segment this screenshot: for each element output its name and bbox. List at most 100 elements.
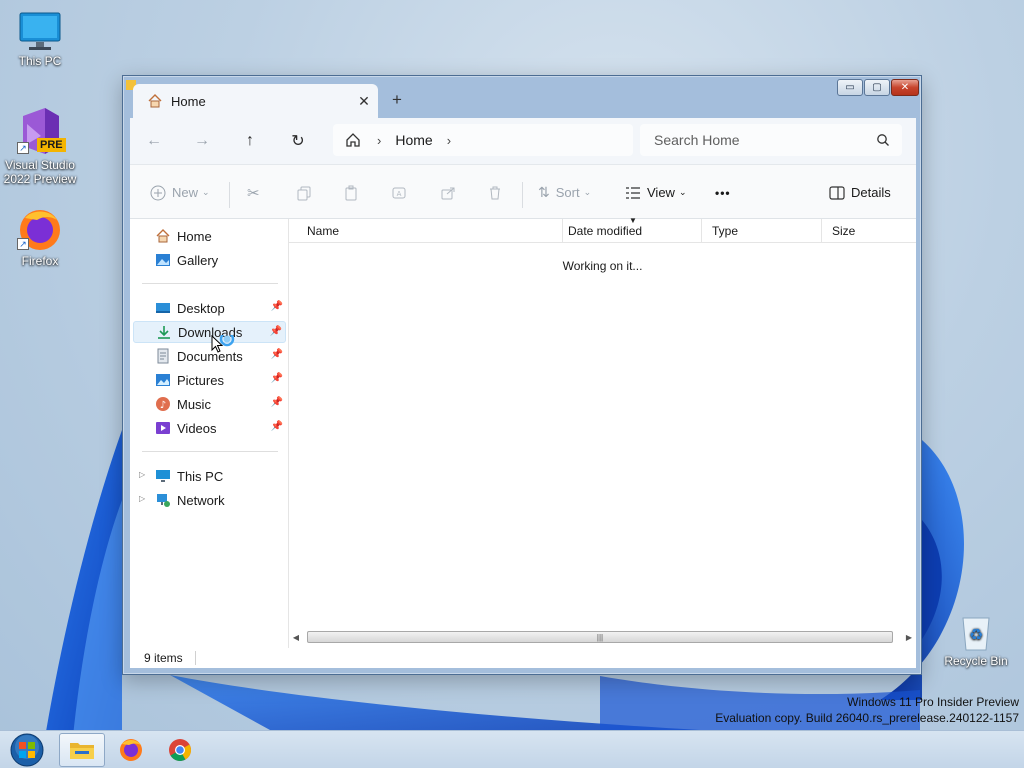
column-header-type[interactable]: Type: [702, 219, 822, 243]
search-input[interactable]: [654, 132, 876, 148]
view-button[interactable]: View ⌄: [625, 165, 687, 220]
downloads-icon: [156, 324, 172, 340]
shortcut-arrow-icon: ↗: [17, 238, 29, 250]
sidebar-item-network[interactable]: ▷ Network: [133, 489, 286, 511]
rename-icon: A: [392, 187, 406, 198]
taskbar-chrome[interactable]: [157, 733, 203, 767]
network-icon: [155, 492, 171, 508]
desktop-icon-this-pc[interactable]: This PC: [0, 12, 80, 68]
home-icon: [148, 94, 162, 108]
sidebar-item-home[interactable]: Home: [133, 225, 286, 247]
folder-icon: [70, 743, 94, 759]
status-bar: 9 items: [130, 648, 916, 668]
sidebar-item-this-pc[interactable]: ▷ This PC: [133, 465, 286, 487]
command-divider: [229, 182, 230, 208]
tab-home[interactable]: Home ✕: [133, 84, 378, 118]
taskbar-file-explorer[interactable]: [59, 733, 105, 767]
navigation-pane: Home Gallery Desktop 📌 Downloads 📌 Docum…: [130, 219, 289, 668]
windows-watermark: Windows 11 Pro Insider Preview Evaluatio…: [715, 695, 1019, 725]
grip-icon: |||: [596, 632, 604, 642]
chevron-down-icon: ⌄: [678, 187, 687, 197]
details-pane-button[interactable]: Details: [829, 165, 891, 220]
mouse-pointer-busy-icon: [211, 335, 235, 353]
status-divider: [194, 651, 196, 665]
sidebar-item-desktop[interactable]: Desktop 📌: [133, 297, 286, 319]
scrollbar-thumb[interactable]: |||: [307, 631, 893, 643]
expand-chevron-icon[interactable]: ▷: [139, 470, 145, 479]
sidebar-item-gallery[interactable]: Gallery: [133, 249, 286, 271]
pin-icon[interactable]: 📌: [271, 421, 283, 432]
sort-icon: ⇅: [538, 184, 550, 200]
documents-icon: [155, 348, 171, 364]
rename-button[interactable]: A: [391, 165, 407, 220]
taskbar: [0, 730, 1024, 768]
pin-icon[interactable]: 📌: [271, 349, 283, 360]
breadcrumb-home[interactable]: Home: [395, 132, 432, 148]
column-header-size[interactable]: Size: [822, 219, 916, 243]
desktop-icon-firefox[interactable]: ↗ Firefox: [0, 206, 80, 268]
taskbar-firefox[interactable]: [108, 733, 154, 767]
desktop-icon-visual-studio[interactable]: PRE ↗ Visual Studio 2022 Preview: [0, 106, 80, 186]
chrome-icon: [169, 739, 191, 761]
sidebar-divider: [142, 283, 278, 284]
chevron-down-icon: ⌄: [202, 187, 210, 197]
recycle-bin-icon: ♻: [962, 617, 990, 651]
file-list-pane: Name Date modified Type Size ▼ Working o…: [289, 216, 916, 668]
column-header-name[interactable]: Name: [297, 219, 563, 243]
details-pane-icon: [829, 185, 845, 200]
scroll-left-icon[interactable]: ◀: [289, 633, 303, 642]
sidebar-item-pictures[interactable]: Pictures 📌: [133, 369, 286, 391]
svg-text:♻: ♻: [969, 625, 983, 644]
tab-title: Home: [171, 93, 206, 109]
cut-button[interactable]: ✂: [247, 165, 260, 220]
pin-icon[interactable]: 📌: [271, 373, 283, 384]
pictures-icon: [155, 372, 171, 388]
preview-badge: PRE: [37, 138, 66, 152]
column-headers: Name Date modified Type Size ▼: [289, 216, 916, 243]
sort-button[interactable]: ⇅ Sort ⌄: [538, 165, 591, 220]
file-explorer-window: ▭ ▢ ✕ Home ✕ + ← → ↑ ↻ › Home › Search H…: [122, 75, 922, 675]
sort-indicator-icon: ▼: [629, 216, 637, 225]
home-outline-icon: [346, 133, 360, 147]
more-options-button[interactable]: •••: [715, 165, 731, 220]
sidebar-item-downloads[interactable]: Downloads 📌: [133, 321, 286, 343]
videos-icon: [155, 420, 171, 436]
gallery-icon: [155, 252, 171, 268]
expand-chevron-icon[interactable]: ▷: [139, 494, 145, 503]
new-button[interactable]: New ⌄: [150, 165, 210, 220]
forward-button[interactable]: →: [178, 132, 226, 150]
share-button[interactable]: [440, 165, 456, 220]
pin-icon[interactable]: 📌: [270, 326, 282, 337]
refresh-button[interactable]: ↻: [274, 131, 322, 151]
tab-close-icon[interactable]: ✕: [350, 93, 378, 110]
copy-button[interactable]: [296, 165, 312, 220]
pin-icon[interactable]: 📌: [271, 301, 283, 312]
monitor-icon: [19, 12, 61, 50]
horizontal-scrollbar[interactable]: ◀ ||| ▶: [289, 630, 916, 644]
address-bar[interactable]: › Home ›: [333, 124, 633, 156]
back-button[interactable]: ←: [130, 132, 178, 150]
sidebar-item-music[interactable]: ♪ Music 📌: [133, 393, 286, 415]
breadcrumb-separator-end[interactable]: ›: [447, 133, 451, 148]
scroll-right-icon[interactable]: ▶: [902, 633, 916, 642]
firefox-icon: [120, 739, 142, 761]
svg-text:♪: ♪: [160, 400, 166, 411]
window-client: Home ✕ + ← → ↑ ↻ › Home › Search Home Ne…: [126, 80, 916, 668]
sidebar-item-documents[interactable]: Documents 📌: [133, 345, 286, 367]
loading-message: Working on it...: [562, 259, 643, 273]
start-button[interactable]: [4, 733, 50, 767]
search-box[interactable]: [640, 124, 902, 156]
address-row: ← → ↑ ↻ › Home ›: [130, 118, 916, 164]
home-icon: [155, 228, 171, 244]
command-divider: [522, 182, 523, 208]
new-tab-button[interactable]: +: [392, 90, 402, 110]
plus-circle-icon: [150, 185, 166, 200]
delete-button[interactable]: [487, 165, 503, 220]
paste-button[interactable]: [343, 165, 359, 220]
desktop-icon-recycle-bin[interactable]: ♻ Recycle Bin: [936, 612, 1016, 668]
copy-icon: [297, 186, 311, 200]
pin-icon[interactable]: 📌: [271, 397, 283, 408]
up-button[interactable]: ↑: [226, 132, 274, 150]
sidebar-item-videos[interactable]: Videos 📌: [133, 417, 286, 439]
shortcut-arrow-icon: ↗: [17, 142, 29, 154]
